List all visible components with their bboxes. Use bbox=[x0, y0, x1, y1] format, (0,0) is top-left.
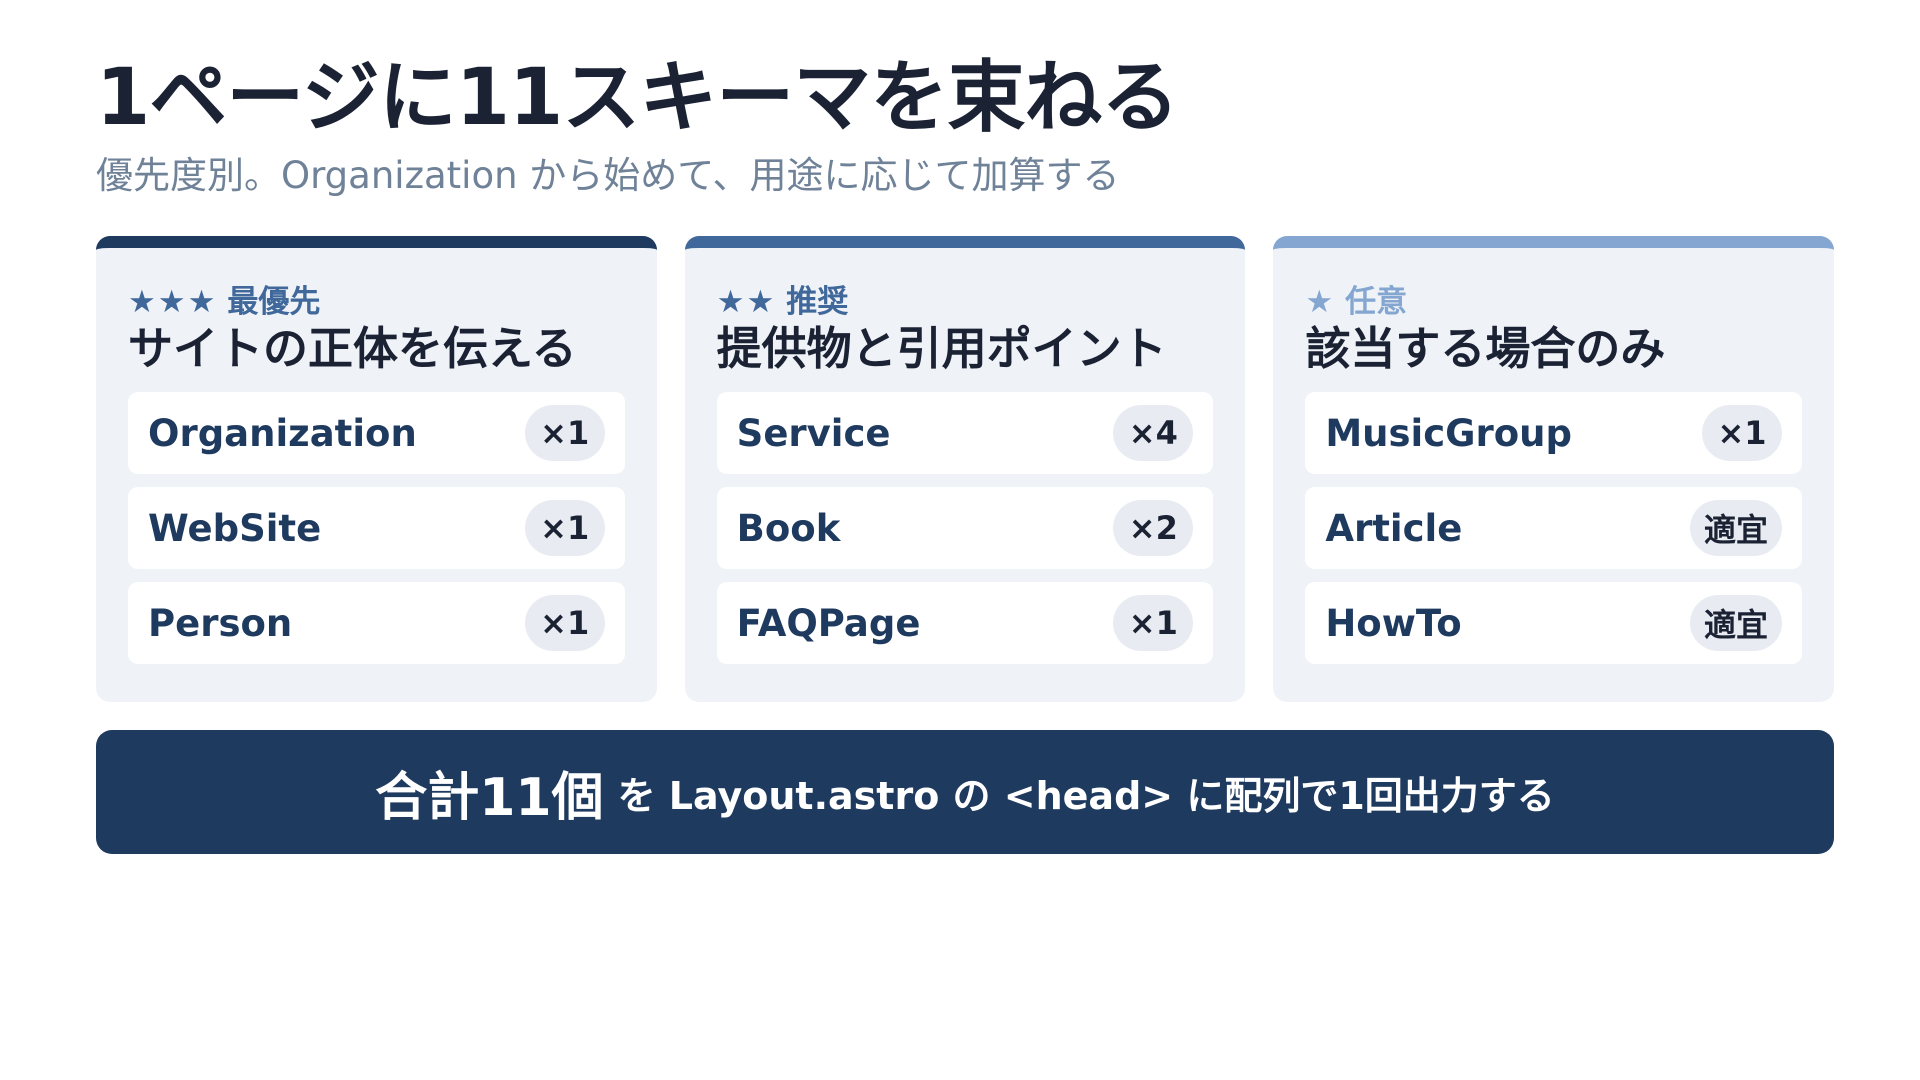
schema-count-badge: ×1 bbox=[524, 595, 605, 651]
schema-count-badge: 適宜 bbox=[1690, 500, 1783, 556]
schema-name: Book bbox=[736, 506, 841, 550]
slide: 1ページに11スキーマを束ねる 優先度別。Organization から始めて、… bbox=[0, 0, 1920, 1080]
card-heading: 提供物と引用ポイント bbox=[716, 322, 1167, 375]
star-rating-icon: ★★★ bbox=[128, 284, 218, 320]
schema-item: Article 適宜 bbox=[1305, 487, 1803, 569]
summary-total: 合計11個 bbox=[375, 767, 604, 828]
card-optional: ★ 任意 該当する場合のみ MusicGroup ×1 Article 適宜 H… bbox=[1273, 236, 1835, 702]
priority-cards: ★★★ 最優先 サイトの正体を伝える Organization ×1 WebSi… bbox=[96, 236, 1835, 702]
schema-name: MusicGroup bbox=[1325, 411, 1573, 455]
priority-text: 任意 bbox=[1345, 284, 1408, 320]
schema-name: HowTo bbox=[1325, 601, 1462, 645]
schema-name: Article bbox=[1325, 506, 1463, 550]
card-heading: サイトの正体を伝える bbox=[128, 322, 577, 375]
card-priority-label: ★ 任意 bbox=[1305, 276, 1802, 320]
schema-item: MusicGroup ×1 bbox=[1305, 392, 1803, 474]
priority-text: 最優先 bbox=[227, 284, 321, 320]
summary-text: を Layout.astro の <head> に配列で1回出力する bbox=[617, 773, 1555, 818]
schema-list: Organization ×1 WebSite ×1 Person ×1 bbox=[128, 392, 625, 664]
schema-count-badge: ×2 bbox=[1113, 500, 1194, 556]
schema-item: Organization ×1 bbox=[128, 392, 625, 474]
schema-item: Person ×1 bbox=[128, 582, 625, 664]
page-subtitle: 優先度別。Organization から始めて、用途に応じて加算する bbox=[96, 154, 1120, 197]
schema-count-badge: 適宜 bbox=[1690, 595, 1783, 651]
schema-count-badge: ×1 bbox=[524, 405, 605, 461]
schema-count-badge: ×1 bbox=[1113, 595, 1194, 651]
card-top-priority: ★★★ 最優先 サイトの正体を伝える Organization ×1 WebSi… bbox=[96, 236, 657, 702]
schema-name: Service bbox=[736, 411, 891, 455]
schema-list: Service ×4 Book ×2 FAQPage ×1 bbox=[716, 392, 1214, 664]
schema-item: FAQPage ×1 bbox=[716, 582, 1214, 664]
schema-name: FAQPage bbox=[736, 601, 921, 645]
schema-item: WebSite ×1 bbox=[128, 487, 625, 569]
card-recommended: ★★ 推奨 提供物と引用ポイント Service ×4 Book ×2 FAQP… bbox=[684, 236, 1246, 702]
schema-name: WebSite bbox=[148, 506, 322, 550]
schema-count-badge: ×1 bbox=[524, 500, 605, 556]
schema-item: Book ×2 bbox=[716, 487, 1214, 569]
schema-item: HowTo 適宜 bbox=[1305, 582, 1803, 664]
schema-item: Service ×4 bbox=[716, 392, 1214, 474]
star-rating-icon: ★ bbox=[1305, 284, 1336, 320]
page-title: 1ページに11スキーマを束ねる bbox=[96, 53, 1179, 143]
summary-banner: 合計11個 を Layout.astro の <head> に配列で1回出力する bbox=[96, 730, 1834, 854]
card-priority-label: ★★ 推奨 bbox=[717, 276, 1214, 320]
schema-list: MusicGroup ×1 Article 適宜 HowTo 適宜 bbox=[1305, 392, 1803, 664]
star-rating-icon: ★★ bbox=[716, 284, 777, 320]
schema-count-badge: ×4 bbox=[1113, 405, 1194, 461]
schema-count-badge: ×1 bbox=[1702, 405, 1783, 461]
card-priority-label: ★★★ 最優先 bbox=[128, 276, 625, 320]
priority-text: 推奨 bbox=[786, 284, 849, 320]
schema-name: Person bbox=[148, 601, 293, 645]
schema-name: Organization bbox=[148, 411, 417, 455]
card-heading: 該当する場合のみ bbox=[1305, 322, 1666, 375]
